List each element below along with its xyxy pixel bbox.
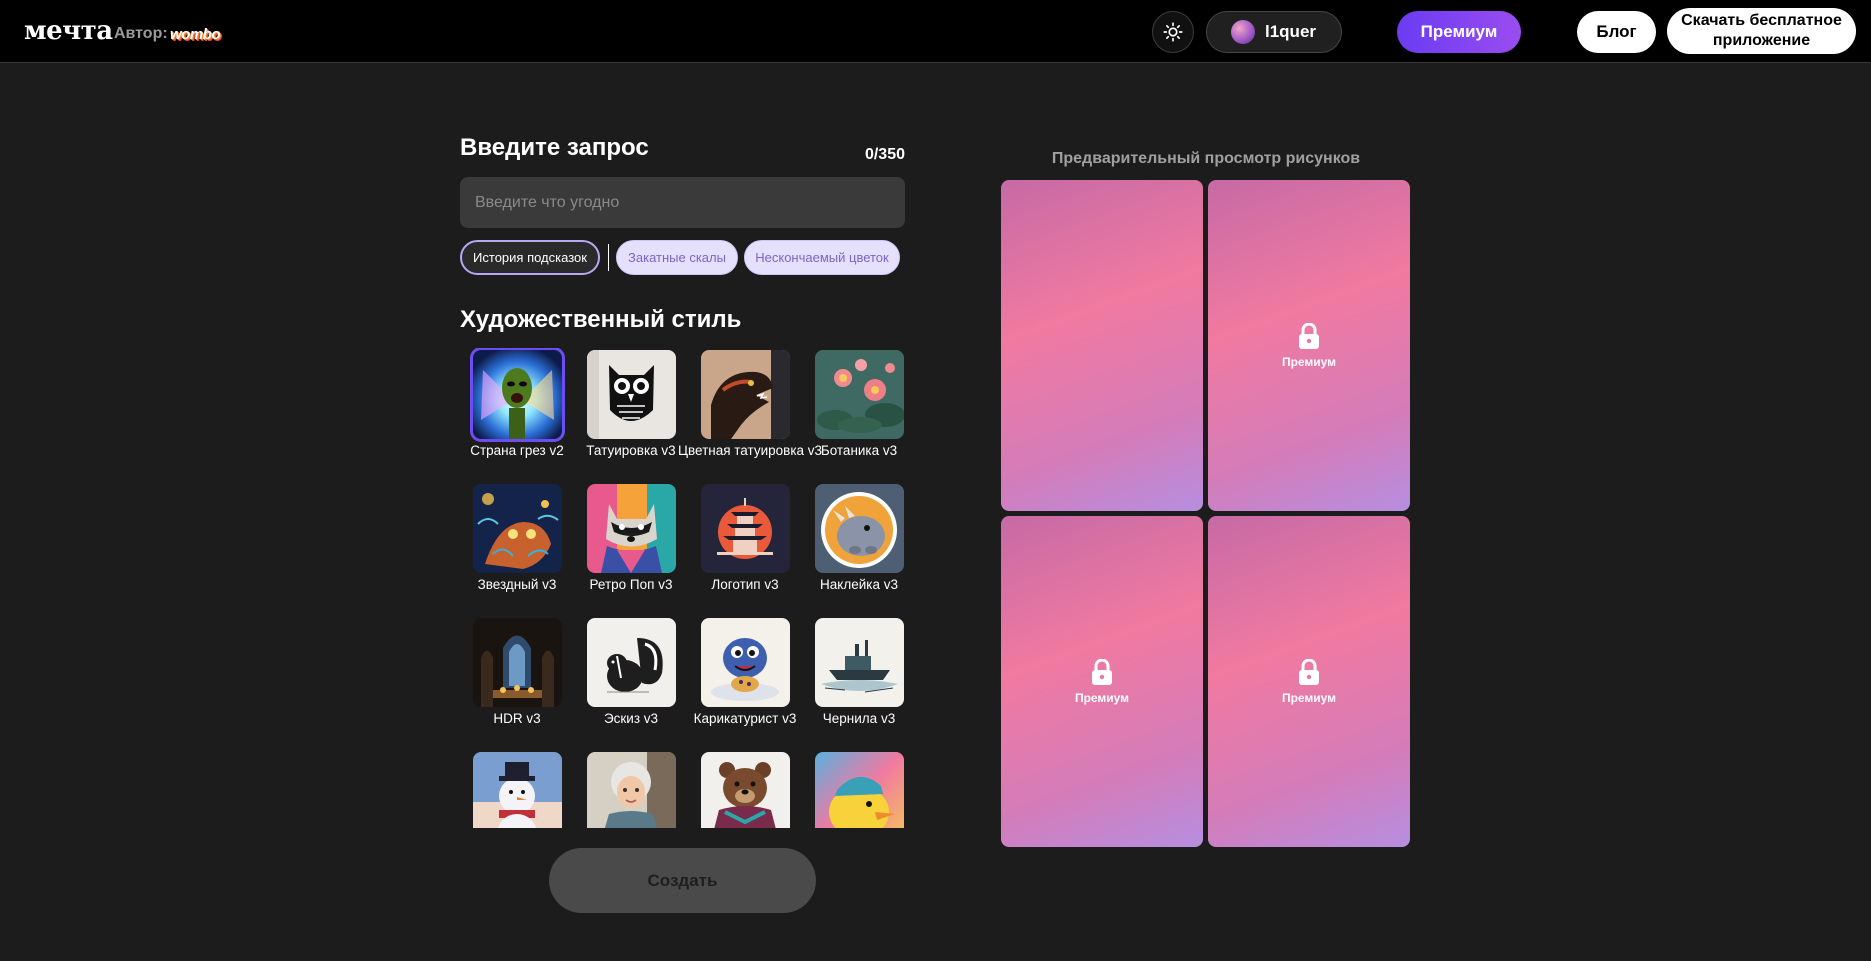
style-label: Наклейка v3 <box>820 577 898 592</box>
skunk-sketch-thumbnail <box>586 618 676 707</box>
cathedral-hdr-thumbnail <box>472 618 562 707</box>
starry-creature-thumbnail <box>472 484 562 573</box>
bear-thumbnail <box>700 752 790 828</box>
creature-cartoon-thumbnail <box>700 618 790 707</box>
user-menu-button[interactable]: l1quer <box>1206 11 1342 53</box>
premium-lock-label: Премиум <box>1074 690 1130 705</box>
preview-title: Предварительный просмотр рисунков <box>1051 150 1361 167</box>
style-option-sticker[interactable]: Наклейка v3 <box>802 482 905 592</box>
author-label: Автор: <box>114 25 168 42</box>
snowman-thumbnail <box>472 752 562 828</box>
style-option-botany[interactable]: Ботаника v3 <box>802 348 905 458</box>
style-option-hdr[interactable]: HDR v3 <box>460 616 574 726</box>
premium-lock-label: Премиум <box>1281 690 1337 705</box>
theme-toggle-button[interactable] <box>1152 11 1194 53</box>
preview-card[interactable] <box>1001 180 1203 511</box>
style-option-color-tattoo[interactable]: Цветная татуировка v3 <box>678 348 822 458</box>
avatar <box>1231 20 1255 44</box>
style-option-starry[interactable]: Звездный v3 <box>460 482 574 592</box>
ship-ink-thumbnail <box>814 618 904 707</box>
pagoda-logo-thumbnail <box>700 484 790 573</box>
duck-thumbnail <box>814 752 904 828</box>
preview-card-locked[interactable]: Премиум <box>1208 180 1410 511</box>
style-option-sketch[interactable]: Эскиз v3 <box>574 616 688 726</box>
lock-icon <box>1299 658 1319 685</box>
style-option-retro-pop[interactable]: Ретро Поп v3 <box>574 482 688 592</box>
style-label: Ботаника v3 <box>820 443 898 458</box>
lock-icon <box>1092 658 1112 685</box>
download-app-button[interactable]: Скачать бесплатное приложение <box>1667 8 1856 54</box>
prompt-input[interactable] <box>460 177 905 228</box>
chip-divider <box>608 244 609 271</box>
premium-lock-label: Премиум <box>1281 354 1337 369</box>
char-counter: 0/350 <box>864 146 905 163</box>
raccoon-pop-thumbnail <box>586 484 676 573</box>
style-option-snowman[interactable] <box>460 750 574 828</box>
dinosaur-tattoo-thumbnail <box>700 350 790 439</box>
sun-icon <box>1163 22 1183 42</box>
art-style-title: Художественный стиль <box>460 306 742 333</box>
style-label: Чернила v3 <box>822 711 896 726</box>
style-option-logo[interactable]: Логотип v3 <box>688 482 802 592</box>
style-option-ink[interactable]: Чернила v3 <box>802 616 905 726</box>
prompt-history-chip[interactable]: История подсказок <box>460 240 600 275</box>
app-logo[interactable]: мечта <box>24 16 113 46</box>
style-option-dreamland[interactable]: Страна грез v2 <box>460 348 574 458</box>
prompt-title: Введите запрос <box>460 134 649 161</box>
premium-lock: Премиум <box>1281 658 1337 705</box>
style-option-cartoonist[interactable]: Карикатурист v3 <box>688 616 802 726</box>
suggestion-chip[interactable]: Закатные скалы <box>616 240 738 275</box>
premium-button[interactable]: Премиум <box>1397 11 1521 53</box>
user-name: l1quer <box>1265 22 1317 41</box>
preview-card-locked[interactable]: Премиум <box>1208 516 1410 847</box>
style-option-duck[interactable] <box>802 750 905 828</box>
lock-icon <box>1299 322 1319 349</box>
alien-portrait-thumbnail <box>469 348 565 442</box>
premium-lock: Премиум <box>1074 658 1130 705</box>
style-option-bear[interactable] <box>688 750 802 828</box>
suggestion-chip[interactable]: Нескончаемый цветок <box>744 240 900 275</box>
blog-button[interactable]: Блог <box>1577 11 1656 53</box>
style-option-tattoo[interactable]: Татуировка v3 <box>574 348 688 458</box>
preview-card-locked[interactable]: Премиум <box>1001 516 1203 847</box>
botanical-flowers-thumbnail <box>814 350 904 439</box>
rhino-sticker-thumbnail <box>814 484 904 573</box>
premium-lock: Премиум <box>1281 322 1337 369</box>
art-style-grid: Страна грез v2 Татуировка v3 Цветная тат… <box>460 348 905 828</box>
owl-tattoo-thumbnail <box>586 350 676 439</box>
style-option-grandma[interactable] <box>574 750 688 828</box>
wombo-brand-logo[interactable]: wombo <box>170 26 221 43</box>
grandma-thumbnail <box>586 752 676 828</box>
top-bar: мечта Автор: wombo l1quer Премиум Блог С… <box>0 0 1871 63</box>
create-button[interactable]: Создать <box>549 848 816 913</box>
